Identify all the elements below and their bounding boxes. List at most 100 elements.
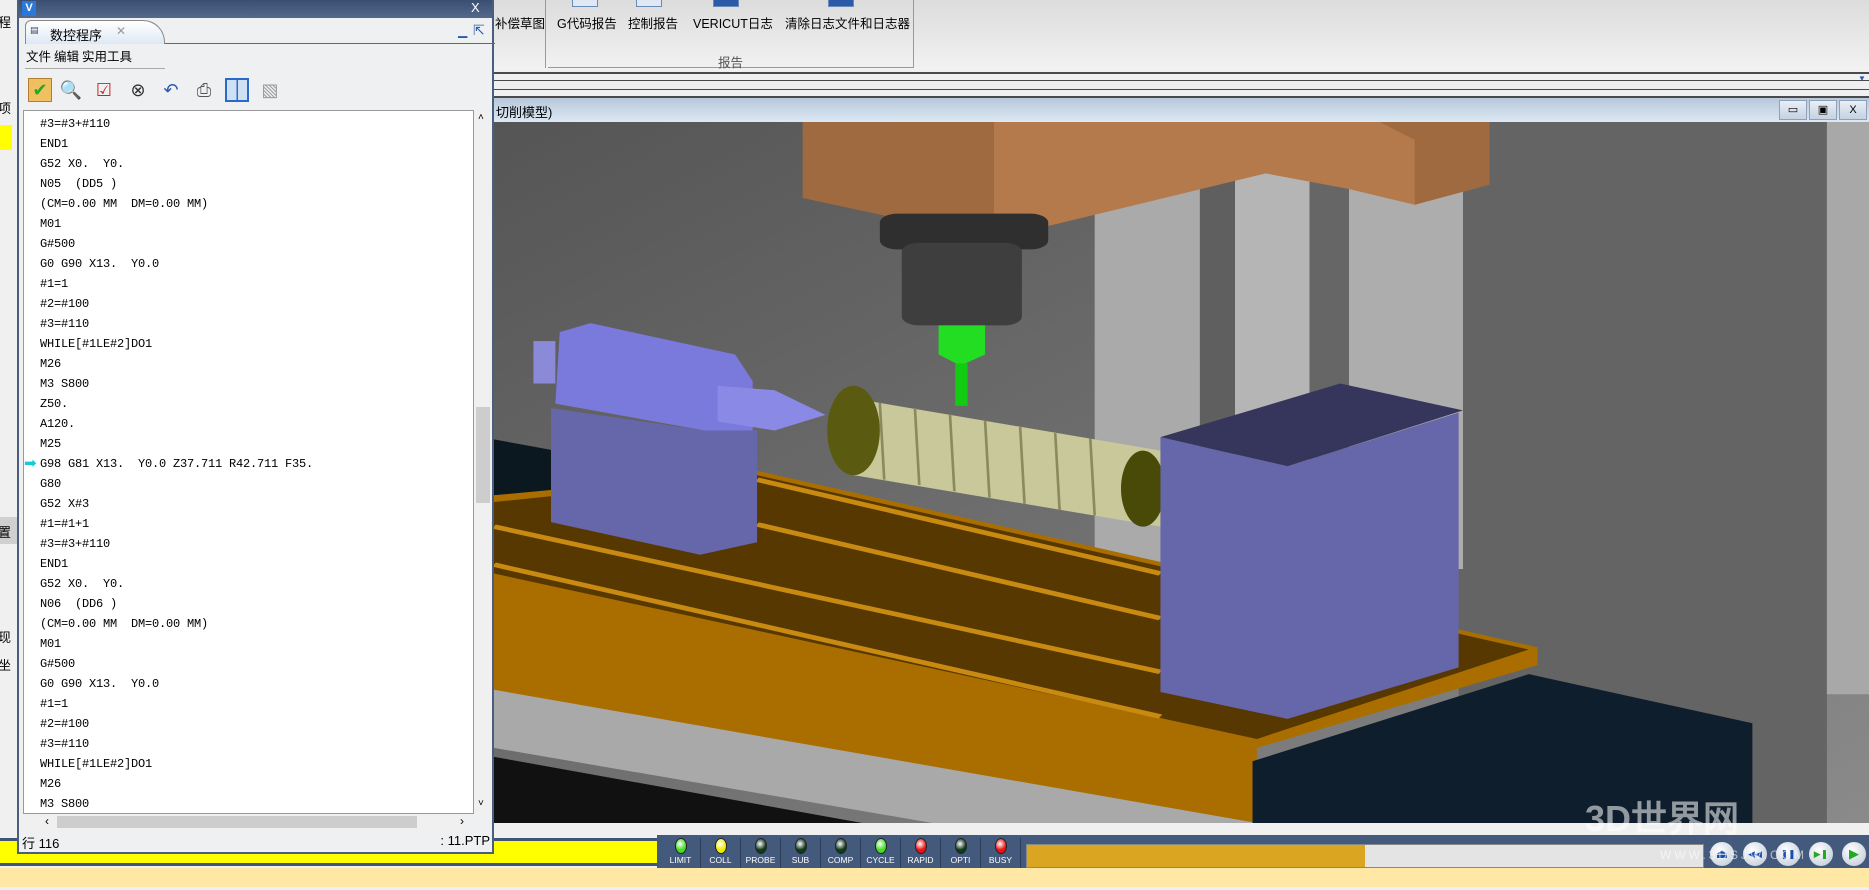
indicator-label: RAPID [907, 855, 934, 865]
progress-fill [1027, 845, 1365, 867]
left-text: 程 [0, 15, 12, 30]
scroll-left-icon[interactable]: ‹ [45, 814, 49, 828]
panel-titlebar[interactable]: V X [19, 0, 492, 18]
code-line[interactable]: (CM=0.00 MM DM=0.00 MM) [40, 194, 208, 214]
ribbon-item-gcode-report[interactable]: G代码报告 [557, 13, 617, 32]
code-line[interactable]: G0 G90 X13. Y0.0 [40, 674, 159, 694]
scroll-up-icon[interactable]: ˄ [478, 112, 484, 123]
code-line[interactable]: N06 (DD6 ) [40, 594, 117, 614]
tab-close-icon[interactable]: ✕ [116, 24, 126, 38]
ribbon-item-control-report[interactable]: 控制报告 [628, 13, 678, 32]
scroll-thumb[interactable] [57, 816, 417, 828]
code-line[interactable]: G#500 [40, 654, 75, 674]
indicator-label: OPTI [950, 855, 971, 865]
3d-viewport[interactable] [494, 122, 1869, 823]
scroll-down-icon[interactable]: ˅ [478, 798, 484, 809]
indicator-limit: LIMIT [661, 838, 701, 868]
code-line[interactable]: END1 [40, 554, 68, 574]
code-line[interactable]: #1=1 [40, 694, 68, 714]
ribbon-item-vericut-log[interactable]: VERICUT日志 [693, 13, 773, 32]
clipboard-check-icon[interactable]: ✔ [28, 78, 52, 102]
code-line[interactable]: G80 [40, 474, 61, 494]
code-line[interactable]: G52 X0. Y0. [40, 154, 124, 174]
code-line[interactable]: #3=#3+#110 [40, 114, 110, 134]
divider [494, 72, 1869, 74]
play-button[interactable]: ▶ [1842, 842, 1866, 866]
indicator-probe: PROBE [741, 838, 781, 868]
nc-search-icon[interactable]: 🔍 [59, 78, 83, 102]
tab-label: 数控程序 [50, 28, 103, 43]
vericut-logo-icon: V [22, 1, 36, 16]
watermark-url: WWW.3DSJW.COM [1660, 848, 1807, 862]
code-line[interactable]: #1=1 [40, 274, 68, 294]
print-icon[interactable]: ⎙ [192, 78, 216, 102]
scroll-thumb[interactable] [476, 407, 490, 503]
indicator-label: PROBE [745, 855, 776, 865]
binoculars-icon[interactable]: ⊗ [126, 78, 150, 102]
code-line[interactable]: N05 (DD5 ) [40, 174, 117, 194]
tab-strip: ▤ 数控程序 ✕ ▁ ⇱ [25, 20, 495, 44]
menu-edit[interactable]: 编辑 [54, 46, 79, 65]
undo-icon[interactable]: ↶ [159, 78, 183, 102]
code-line[interactable]: M3 S800 [40, 794, 89, 813]
vertical-scrollbar[interactable]: ˄ ˅ [474, 110, 492, 814]
panel-close-button[interactable]: X [471, 0, 480, 15]
code-line[interactable]: END1 [40, 134, 68, 154]
divider [494, 89, 1869, 90]
divider [494, 80, 1869, 81]
code-line[interactable]: M25 [40, 434, 61, 454]
code-line[interactable]: G#500 [40, 234, 75, 254]
code-line[interactable]: #3=#110 [40, 314, 89, 334]
indicator-light-icon [914, 838, 927, 854]
close-button[interactable]: X [1839, 100, 1867, 120]
code-line[interactable]: M01 [40, 214, 61, 234]
viewport-titlebar: 切削模型) ▭ ▣ X [494, 98, 1869, 122]
spindle-body [901, 242, 1022, 326]
nc-code-editor[interactable]: #3=#3+#110 END1 G52 X0. Y0. N05 (DD5 ) (CM=0… [23, 110, 474, 814]
code-line[interactable]: M01 [40, 634, 61, 654]
left-text: 坐 [0, 658, 12, 673]
left-text: 现 [0, 630, 12, 645]
restore-button[interactable]: ▣ [1809, 100, 1837, 120]
code-line[interactable]: #2=#100 [40, 294, 89, 314]
code-line[interactable]: #1=#1+1 [40, 514, 89, 534]
indicator-rapid: RAPID [901, 838, 941, 868]
menu-utilities[interactable]: 实用工具 [82, 46, 132, 65]
minimize-button[interactable]: ▭ [1779, 100, 1807, 120]
code-line[interactable]: M3 S800 [40, 374, 89, 394]
code-line[interactable]: WHILE[#1LE#2]DO1 [40, 754, 152, 774]
indicator-light-icon [674, 838, 687, 854]
control-report-icon [636, 0, 662, 7]
step-button[interactable]: ▶❚ [1809, 842, 1833, 866]
code-line[interactable]: #3=#110 [40, 734, 89, 754]
code-line[interactable]: M26 [40, 774, 61, 794]
left-text: 项 [0, 101, 12, 116]
tab-nc-program[interactable]: ▤ 数控程序 ✕ [25, 20, 165, 44]
code-line[interactable]: G98 G81 X13. Y0.0 Z37.711 R42.711 F35. [40, 454, 313, 474]
code-line[interactable]: G52 X#3 [40, 494, 89, 514]
split-view-icon[interactable] [225, 78, 249, 102]
code-line[interactable]: #3=#3+#110 [40, 534, 110, 554]
code-line[interactable]: M26 [40, 354, 61, 374]
scroll-right-icon[interactable]: › [460, 814, 464, 828]
progress-bar [1026, 844, 1704, 868]
ribbon-item-clear-log[interactable]: 清除日志文件和日志器 [785, 13, 910, 32]
code-line[interactable]: WHILE[#1LE#2]DO1 [40, 334, 152, 354]
indicator-light-icon [754, 838, 767, 854]
tailstock-handle [533, 341, 556, 384]
ribbon-group-report: G代码报告 控制报告 VERICUT日志 清除日志文件和日志器 报告 [548, 0, 914, 70]
code-line[interactable]: Z50. [40, 394, 68, 414]
workpiece-flange [827, 385, 880, 476]
code-line[interactable]: (CM=0.00 MM DM=0.00 MM) [40, 614, 208, 634]
code-line[interactable]: #2=#100 [40, 714, 89, 734]
horizontal-scrollbar[interactable]: ‹ › [23, 814, 474, 830]
code-line[interactable]: G52 X0. Y0. [40, 574, 124, 594]
ribbon-expand-icon[interactable]: ▼ [1858, 74, 1866, 83]
code-line[interactable]: A120. [40, 414, 75, 434]
ribbon-item-sketch-partial[interactable]: 补偿草图 [495, 13, 545, 32]
minimize-icon[interactable]: ▁ [458, 24, 467, 38]
undock-icon[interactable]: ⇱ [473, 22, 485, 39]
nc-checklist-icon[interactable]: ☑ [92, 78, 116, 102]
menu-file[interactable]: 文件 [26, 46, 51, 65]
code-line[interactable]: G0 G90 X13. Y0.0 [40, 254, 159, 274]
